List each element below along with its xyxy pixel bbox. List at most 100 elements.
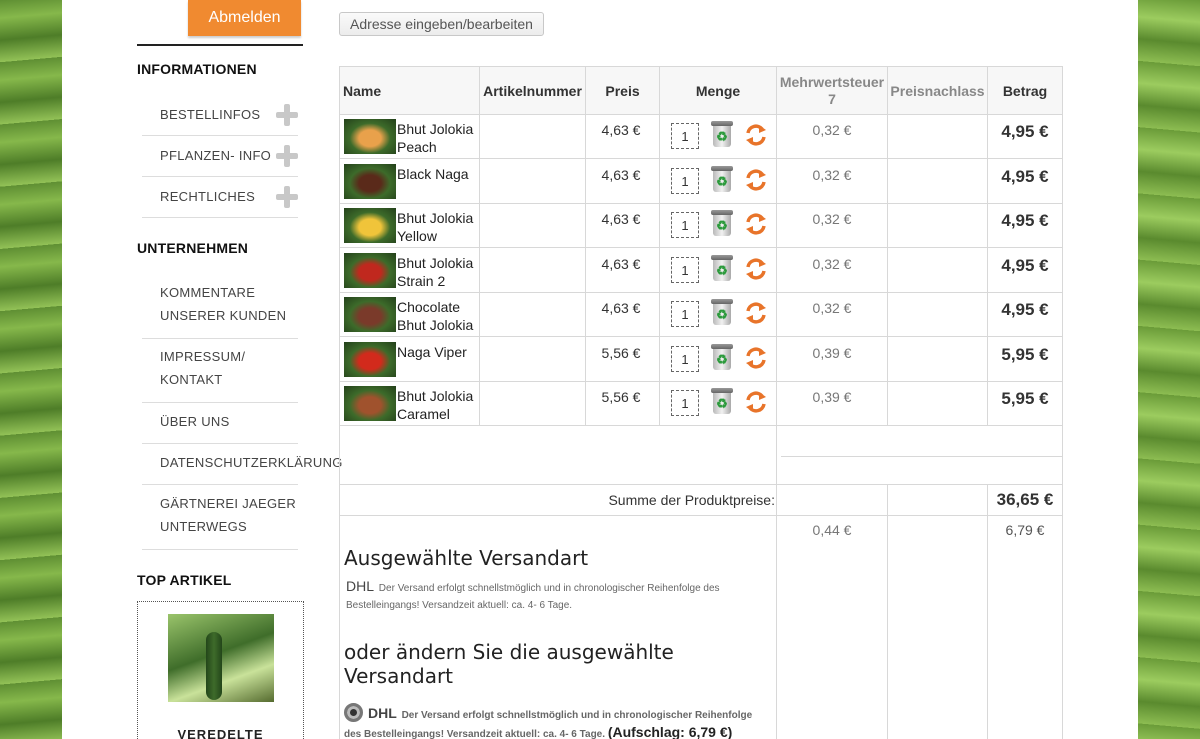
product-total: 4,95 € (1001, 122, 1049, 141)
row-divider (340, 484, 1062, 485)
product-name-line1: Chocolate (397, 299, 461, 315)
plus-icon[interactable] (276, 186, 298, 208)
quantity-input[interactable]: 1 (671, 168, 699, 194)
sidebar-item-datenschutz[interactable]: DATENSCHUTZERKLÄRUNG (142, 451, 342, 485)
product-name[interactable]: Naga Viper (397, 343, 482, 361)
quantity-input[interactable]: 1 (671, 212, 699, 238)
product-thumbnail[interactable] (344, 386, 396, 421)
plus-icon[interactable] (276, 145, 298, 167)
header-name: Name (340, 67, 479, 114)
header-vat-line1: Mehrwertsteuer (779, 73, 885, 90)
header-discount: Preisnachlass (888, 67, 987, 114)
sidebar-item-bestellinfos[interactable]: BESTELLINFOS (142, 95, 298, 136)
top-article-card[interactable]: VEREDELTE (137, 601, 304, 739)
refresh-icon[interactable] (745, 123, 767, 147)
recycle-icon: ♻ (716, 352, 728, 367)
header-vat-line2: 7 (828, 90, 836, 107)
trash-icon[interactable]: ♻ (711, 121, 733, 148)
product-thumbnail[interactable] (344, 297, 396, 332)
sidebar-item-label: UNTERWEGS (160, 519, 247, 534)
row-divider (340, 515, 1062, 516)
header-amount: Betrag (988, 67, 1062, 114)
recycle-icon: ♻ (716, 307, 728, 322)
product-name-line1: Black Naga (397, 166, 469, 182)
quantity-input[interactable]: 1 (671, 346, 699, 372)
shipping-cost: 6,79 € (1005, 522, 1045, 538)
refresh-icon[interactable] (745, 390, 767, 414)
recycle-icon: ♻ (716, 263, 728, 278)
sidebar-item-unterwegs[interactable]: GÄRTNEREI JAEGER UNTERWEGS (142, 492, 298, 550)
header-quantity: Menge (660, 67, 776, 114)
table-row: Bhut Jolokia Strain 2 4,63 € 1 ♻ 0,32 € 4,95 € (340, 248, 1062, 292)
recycle-icon: ♻ (716, 129, 728, 144)
product-name-line1: Naga Viper (397, 344, 467, 360)
refresh-icon[interactable] (745, 168, 767, 192)
product-name-line1: Bhut Jolokia (397, 388, 474, 404)
refresh-icon[interactable] (745, 257, 767, 281)
option-description-line1: Der Versand erfolgt schnellstmöglich und… (401, 710, 753, 721)
quantity-input[interactable]: 1 (671, 257, 699, 283)
product-price: 4,63 € (601, 122, 641, 138)
product-price: 5,56 € (601, 345, 641, 361)
trash-icon[interactable]: ♻ (711, 255, 733, 282)
top-article-image[interactable] (168, 614, 274, 702)
plus-icon[interactable] (276, 104, 298, 126)
sidebar-item-label: ÜBER UNS (160, 414, 230, 429)
trash-icon[interactable]: ♻ (711, 388, 733, 415)
sidebar-item-rechtliches[interactable]: RECHTLICHES (142, 177, 298, 218)
product-thumbnail[interactable] (344, 253, 396, 288)
refresh-icon[interactable] (745, 212, 767, 236)
product-total: 5,95 € (1001, 345, 1049, 364)
refresh-icon[interactable] (745, 301, 767, 325)
page-content: Abmelden INFORMATIONEN BESTELLINFOS PFLA… (62, 0, 1138, 739)
product-thumbnail[interactable] (344, 164, 396, 199)
shipping-option-dhl[interactable]: DHL Der Versand erfolgt schnellstmöglich… (344, 705, 776, 739)
sidebar-item-label: UNSERER KUNDEN (160, 308, 287, 323)
sidebar-item-label: RECHTLICHES (160, 189, 256, 204)
sidebar-item-label: KONTAKT (160, 372, 223, 387)
product-name[interactable]: Black Naga (397, 165, 482, 183)
product-thumbnail[interactable] (344, 208, 396, 243)
product-vat: 0,32 € (812, 122, 852, 138)
logout-button[interactable]: Abmelden (188, 0, 301, 36)
sidebar-item-pflanzen-info[interactable]: PFLANZEN- INFO (142, 136, 298, 177)
top-article-title[interactable]: VEREDELTE (138, 727, 303, 739)
product-vat: 0,32 € (812, 300, 852, 316)
product-thumbnail[interactable] (344, 342, 396, 377)
product-name[interactable]: Chocolate Bhut Jolokia (397, 298, 482, 334)
cart-table: Name Artikelnummer Preis Menge Mehrwerts… (339, 66, 1063, 739)
top-articles-heading: TOP ARTIKEL (137, 572, 232, 588)
trash-icon[interactable]: ♻ (711, 344, 733, 371)
sidebar-item-ueber-uns[interactable]: ÜBER UNS (142, 410, 298, 444)
product-name[interactable]: Bhut Jolokia Yellow (397, 209, 482, 245)
product-name[interactable]: Bhut Jolokia Caramel (397, 387, 482, 423)
sidebar-item-impressum[interactable]: IMPRESSUM/ KONTAKT (142, 345, 298, 403)
product-vat: 0,32 € (812, 211, 852, 227)
quantity-input[interactable]: 1 (671, 301, 699, 327)
product-name[interactable]: Bhut Jolokia Peach (397, 120, 482, 156)
trash-icon[interactable]: ♻ (711, 299, 733, 326)
sidebar-item-label: KOMMENTARE (160, 285, 256, 300)
product-name-line2: Yellow (397, 228, 437, 244)
sidebar-divider (137, 44, 303, 46)
header-vat: Mehrwertsteuer 7 (777, 67, 887, 114)
product-name-line2: Bhut Jolokia (397, 317, 474, 333)
sidebar-item-kommentare[interactable]: KOMMENTARE UNSERER KUNDEN (142, 281, 298, 339)
refresh-icon[interactable] (745, 346, 767, 370)
edit-address-button[interactable]: Adresse eingeben/bearbeiten (339, 12, 544, 36)
product-name-line2: Strain 2 (397, 273, 446, 289)
trash-icon[interactable]: ♻ (711, 166, 733, 193)
product-name[interactable]: Bhut Jolokia Strain 2 (397, 254, 482, 290)
product-price: 4,63 € (601, 256, 641, 272)
table-row: Chocolate Bhut Jolokia 4,63 € 1 ♻ 0,32 € 4,95 … (340, 292, 1062, 336)
product-thumbnail[interactable] (344, 119, 396, 154)
product-name-line1: Bhut Jolokia (397, 210, 474, 226)
product-total: 4,95 € (1001, 256, 1049, 275)
sidebar-item-label: BESTELLINFOS (160, 107, 261, 122)
product-name-line1: Bhut Jolokia (397, 121, 474, 137)
quantity-input[interactable]: 1 (671, 123, 699, 149)
selected-shipping-title: Ausgewählte Versandart (344, 546, 589, 570)
option-surcharge: (Aufschlag: 6,79 €) (607, 724, 733, 739)
quantity-input[interactable]: 1 (671, 390, 699, 416)
trash-icon[interactable]: ♻ (711, 210, 733, 237)
